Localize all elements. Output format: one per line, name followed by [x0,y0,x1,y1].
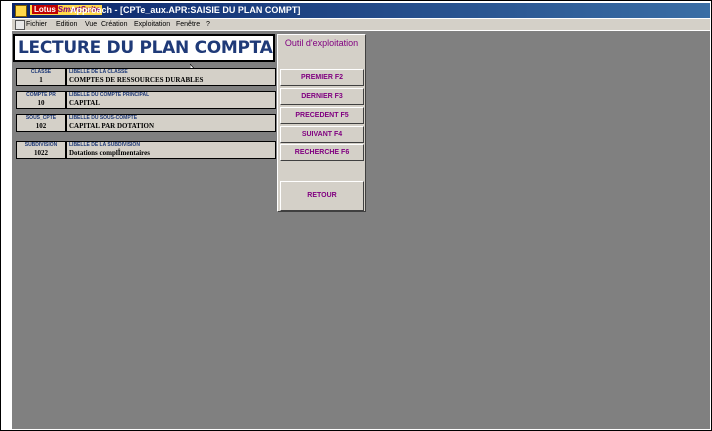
menu-exploitation[interactable]: Exploitation [134,19,170,30]
menu-edition[interactable]: Edition [56,19,77,30]
libelle-classe-field[interactable]: LIBELLE DE LA CLASSE COMPTES DE RESSOURC… [66,68,276,86]
field-value: COMPTES DE RESSOURCES DURABLES [69,76,204,84]
libelle-compte-principal-field[interactable]: LIBELLE DU COMPTE PRINCIPAL CAPITAL [66,91,276,109]
sous-cpte-field[interactable]: SOUS_CPTE 102 [16,114,66,132]
subdivision-field[interactable]: SUBDIVISION 1022 [16,141,66,159]
field-value: 102 [35,122,47,130]
tool-panel: Outil d'exploitation PREMIER F2 DERNIER … [277,34,366,212]
menu-vue[interactable]: Vue [85,19,97,30]
menu-creation[interactable]: Création [101,19,127,30]
field-label: LIBELLE DU COMPTE PRINCIPAL [69,92,150,98]
field-label: COMPTE PR [26,92,56,98]
menu-help[interactable]: ? [206,19,210,30]
field-value: 1 [39,76,43,84]
menu-fichier[interactable]: Fichier [26,19,47,30]
title-bar: Lotus SmartSuite Approach - [CPTe_aux.APR… [12,3,710,18]
page-title: LECTURE DU PLAN COMPTABLE [13,34,275,62]
tool-panel-title: Outil d'exploitation [284,38,359,48]
field-value: Dotations complÎmentaires [69,149,150,157]
field-value: 1022 [34,149,48,157]
libelle-sous-compte-field[interactable]: LIBELLE DU SOUS-COMPTE CAPITAL PAR DOTAT… [66,114,276,132]
record-row-subdivision: SUBDIVISION 1022 LIBELLE DE LA SUBDIVISI… [16,141,276,159]
record-row-compte-principal: COMPTE PR 10 LIBELLE DU COMPTE PRINCIPAL… [16,91,276,109]
field-label: LIBELLE DE LA SUBDIVISION [69,142,140,148]
precedent-button[interactable]: PRECEDENT F5 [280,107,364,124]
premier-button[interactable]: PREMIER F2 [280,69,364,86]
field-label: LIBELLE DU SOUS-COMPTE [69,115,138,121]
libelle-subdivision-field[interactable]: LIBELLE DE LA SUBDIVISION Dotations comp… [66,141,276,159]
field-value: CAPITAL PAR DOTATION [69,122,155,130]
record-row-sous-compte: SOUS_CPTE 102 LIBELLE DU SOUS-COMPTE CAP… [16,114,276,132]
field-label: SUBDIVISION [24,142,58,148]
field-label: SOUS_CPTE [25,115,57,121]
field-value: 10 [37,99,45,107]
window-title: Approach - [CPTe_aux.APR:SAISIE DU PLAN … [70,5,301,15]
field-value: CAPITAL [69,99,100,107]
record-row-classe: CLASSE 1 LIBELLE DE LA CLASSE COMPTES DE… [16,68,276,86]
compte-pr-field[interactable]: COMPTE PR 10 [16,91,66,109]
document-icon[interactable] [15,20,25,30]
menu-fenetre[interactable]: Fenêtre [176,19,200,30]
retour-button[interactable]: RETOUR [280,181,364,211]
field-label: CLASSE [30,69,52,75]
classe-field[interactable]: CLASSE 1 [16,68,66,86]
recherche-button[interactable]: RECHERCHE F6 [280,144,364,161]
menu-bar: Fichier Edition Vue Création Exploitatio… [12,19,710,30]
app-icon[interactable] [15,5,27,17]
suivant-button[interactable]: SUIVANT F4 [280,126,364,143]
dernier-button[interactable]: DERNIER F3 [280,88,364,105]
field-label: LIBELLE DE LA CLASSE [69,69,128,75]
